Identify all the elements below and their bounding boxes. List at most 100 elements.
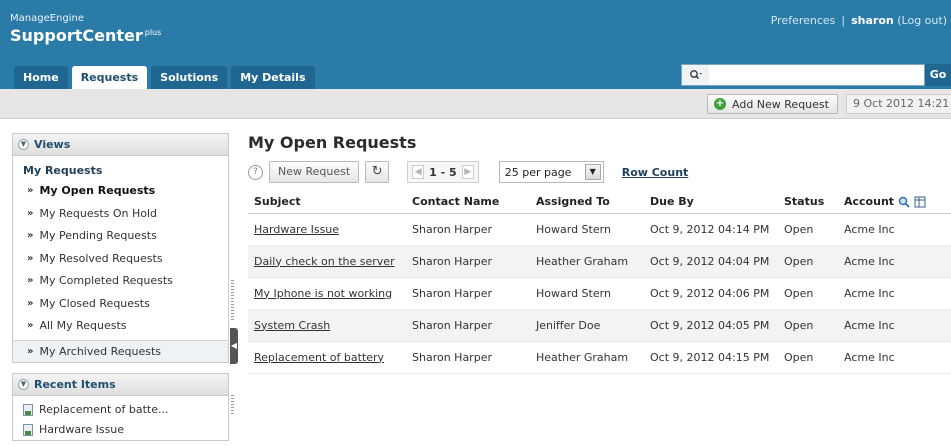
tab-requests[interactable]: Requests bbox=[71, 66, 148, 89]
add-new-request-label: Add New Request bbox=[732, 97, 829, 111]
col-account[interactable]: Account bbox=[844, 195, 894, 208]
recent-items-header[interactable]: ▼ Recent Items bbox=[13, 374, 228, 396]
col-due-by[interactable]: Due By bbox=[644, 191, 778, 214]
tab-solutions[interactable]: Solutions bbox=[151, 66, 228, 89]
recent-item-label: Hardware Issue bbox=[39, 423, 125, 436]
request-subject-link[interactable]: System Crash bbox=[248, 309, 406, 342]
status: Open bbox=[778, 309, 838, 342]
status: Open bbox=[778, 277, 838, 310]
brand-company: ManageEngine bbox=[10, 13, 84, 24]
table-row[interactable]: Replacement of battery Sharon Harper Hea… bbox=[248, 341, 951, 374]
go-button[interactable]: Go bbox=[925, 64, 951, 86]
splitter-grip[interactable] bbox=[231, 395, 234, 415]
tab-my-details[interactable]: My Details bbox=[231, 66, 315, 89]
requests-table: Subject Contact Name Assigned To Due By … bbox=[248, 191, 951, 374]
status: Open bbox=[778, 245, 838, 278]
magnifier-icon[interactable] bbox=[898, 196, 910, 208]
sub-toolbar: + Add New Request 9 Oct 2012 14:21 bbox=[0, 89, 951, 119]
search-input[interactable] bbox=[709, 64, 925, 86]
due-by: Oct 9, 2012 04:05 PM bbox=[644, 309, 778, 342]
assigned-to: Howard Stern bbox=[530, 213, 644, 246]
per-page-select[interactable]: 25 per page ▼ bbox=[498, 161, 604, 183]
view-all-my-requests[interactable]: » All My Requests bbox=[13, 315, 228, 338]
view-my-archived-requests[interactable]: » My Archived Requests bbox=[13, 339, 228, 362]
table-row[interactable]: My Iphone is not working Sharon Harper H… bbox=[248, 277, 951, 310]
view-label: My Open Requests bbox=[39, 184, 156, 197]
view-label: My Pending Requests bbox=[39, 229, 157, 242]
add-new-request-button[interactable]: + Add New Request bbox=[707, 94, 838, 114]
double-arrow-icon: » bbox=[27, 207, 34, 219]
tab-home[interactable]: Home bbox=[14, 66, 68, 89]
due-by: Oct 9, 2012 04:14 PM bbox=[644, 213, 778, 246]
view-my-pending-requests[interactable]: » My Pending Requests bbox=[13, 225, 228, 248]
table-row[interactable]: Hardware Issue Sharon Harper Howard Ster… bbox=[248, 213, 951, 246]
refresh-icon[interactable]: ↻ bbox=[365, 161, 390, 183]
recent-items-panel: ▼ Recent Items Replacement of batte... H… bbox=[12, 373, 229, 441]
request-subject-link[interactable]: Hardware Issue bbox=[248, 213, 406, 246]
request-subject-link[interactable]: My Iphone is not working bbox=[248, 277, 406, 310]
chevron-circle-icon: ▼ bbox=[18, 379, 29, 390]
row-count-link[interactable]: Row Count bbox=[622, 166, 689, 179]
due-by: Oct 9, 2012 04:06 PM bbox=[644, 277, 778, 310]
account: Acme Inc bbox=[838, 245, 951, 278]
contact-name: Sharon Harper bbox=[406, 213, 530, 246]
view-my-closed-requests[interactable]: » My Closed Requests bbox=[13, 293, 228, 316]
view-my-completed-requests[interactable]: » My Completed Requests bbox=[13, 270, 228, 293]
views-title: Views bbox=[34, 138, 71, 151]
user-name[interactable]: sharon bbox=[851, 14, 894, 27]
page-title: My Open Requests bbox=[248, 133, 417, 152]
document-icon bbox=[23, 424, 33, 436]
recent-item[interactable]: Replacement of batte... bbox=[13, 400, 228, 420]
preferences-link[interactable]: Preferences bbox=[771, 14, 836, 27]
new-request-button[interactable]: New Request bbox=[269, 161, 360, 183]
main-tabs: Home Requests Solutions My Details bbox=[14, 66, 315, 89]
double-arrow-icon: » bbox=[27, 345, 34, 357]
page-range: 1 - 5 bbox=[429, 165, 457, 179]
per-page-value: 25 per page bbox=[504, 165, 572, 179]
columns-icon[interactable] bbox=[914, 196, 926, 208]
account: Acme Inc bbox=[838, 309, 951, 342]
contact-name: Sharon Harper bbox=[406, 309, 530, 342]
next-page-icon[interactable]: ▶ bbox=[461, 165, 474, 179]
views-panel: ▼ Views My Requests » My Open Requests » M… bbox=[12, 133, 229, 363]
pager: ◀ 1 - 5 ▶ bbox=[407, 161, 479, 183]
contact-name: Sharon Harper bbox=[406, 277, 530, 310]
view-label: My Completed Requests bbox=[39, 274, 173, 287]
help-icon[interactable]: ? bbox=[248, 164, 263, 180]
account: Acme Inc bbox=[838, 213, 951, 246]
col-status[interactable]: Status bbox=[778, 191, 838, 214]
logout-link[interactable]: (Log out) bbox=[897, 14, 947, 27]
col-contact-name[interactable]: Contact Name bbox=[406, 191, 530, 214]
left-sidebar: ▼ Views My Requests » My Open Requests » M… bbox=[12, 133, 229, 441]
document-icon bbox=[23, 404, 33, 416]
table-row[interactable]: Daily check on the server Sharon Harper … bbox=[248, 245, 951, 278]
splitter-grip[interactable] bbox=[231, 280, 234, 320]
col-account-header: Account bbox=[838, 191, 951, 214]
view-my-open-requests[interactable]: » My Open Requests bbox=[13, 180, 228, 203]
view-label: My Archived Requests bbox=[39, 344, 162, 358]
recent-items-title: Recent Items bbox=[34, 378, 116, 391]
status: Open bbox=[778, 341, 838, 374]
col-assigned-to[interactable]: Assigned To bbox=[530, 191, 644, 214]
views-header[interactable]: ▼ Views bbox=[13, 134, 228, 156]
col-subject[interactable]: Subject bbox=[248, 191, 406, 214]
search-bar: Go bbox=[681, 64, 951, 86]
table-row[interactable]: System Crash Sharon Harper Jeniffer Doe … bbox=[248, 309, 951, 342]
chevron-down-icon: ▼ bbox=[584, 164, 601, 180]
request-subject-link[interactable]: Replacement of battery bbox=[248, 341, 406, 374]
top-links-separator: | bbox=[841, 14, 846, 27]
view-my-requests-on-hold[interactable]: » My Requests On Hold bbox=[13, 203, 228, 226]
double-arrow-icon: » bbox=[27, 185, 34, 196]
request-subject-link[interactable]: Daily check on the server bbox=[248, 245, 406, 278]
assigned-to: Howard Stern bbox=[530, 277, 644, 310]
current-date: 9 Oct 2012 14:21 bbox=[846, 94, 951, 114]
search-type-dropdown[interactable] bbox=[681, 64, 709, 86]
request-toolbar: ? New Request ↻ ◀ 1 - 5 ▶ 25 per page ▼ … bbox=[248, 160, 951, 184]
chevron-circle-icon: ▼ bbox=[18, 139, 29, 150]
double-arrow-icon: » bbox=[27, 320, 34, 331]
top-links: Preferences | sharon (Log out) bbox=[771, 14, 947, 27]
recent-item[interactable]: Hardware Issue bbox=[13, 420, 228, 440]
view-my-resolved-requests[interactable]: » My Resolved Requests bbox=[13, 248, 228, 271]
prev-page-icon[interactable]: ◀ bbox=[412, 165, 425, 179]
collapse-sidebar-handle[interactable]: ◀ bbox=[230, 328, 238, 364]
